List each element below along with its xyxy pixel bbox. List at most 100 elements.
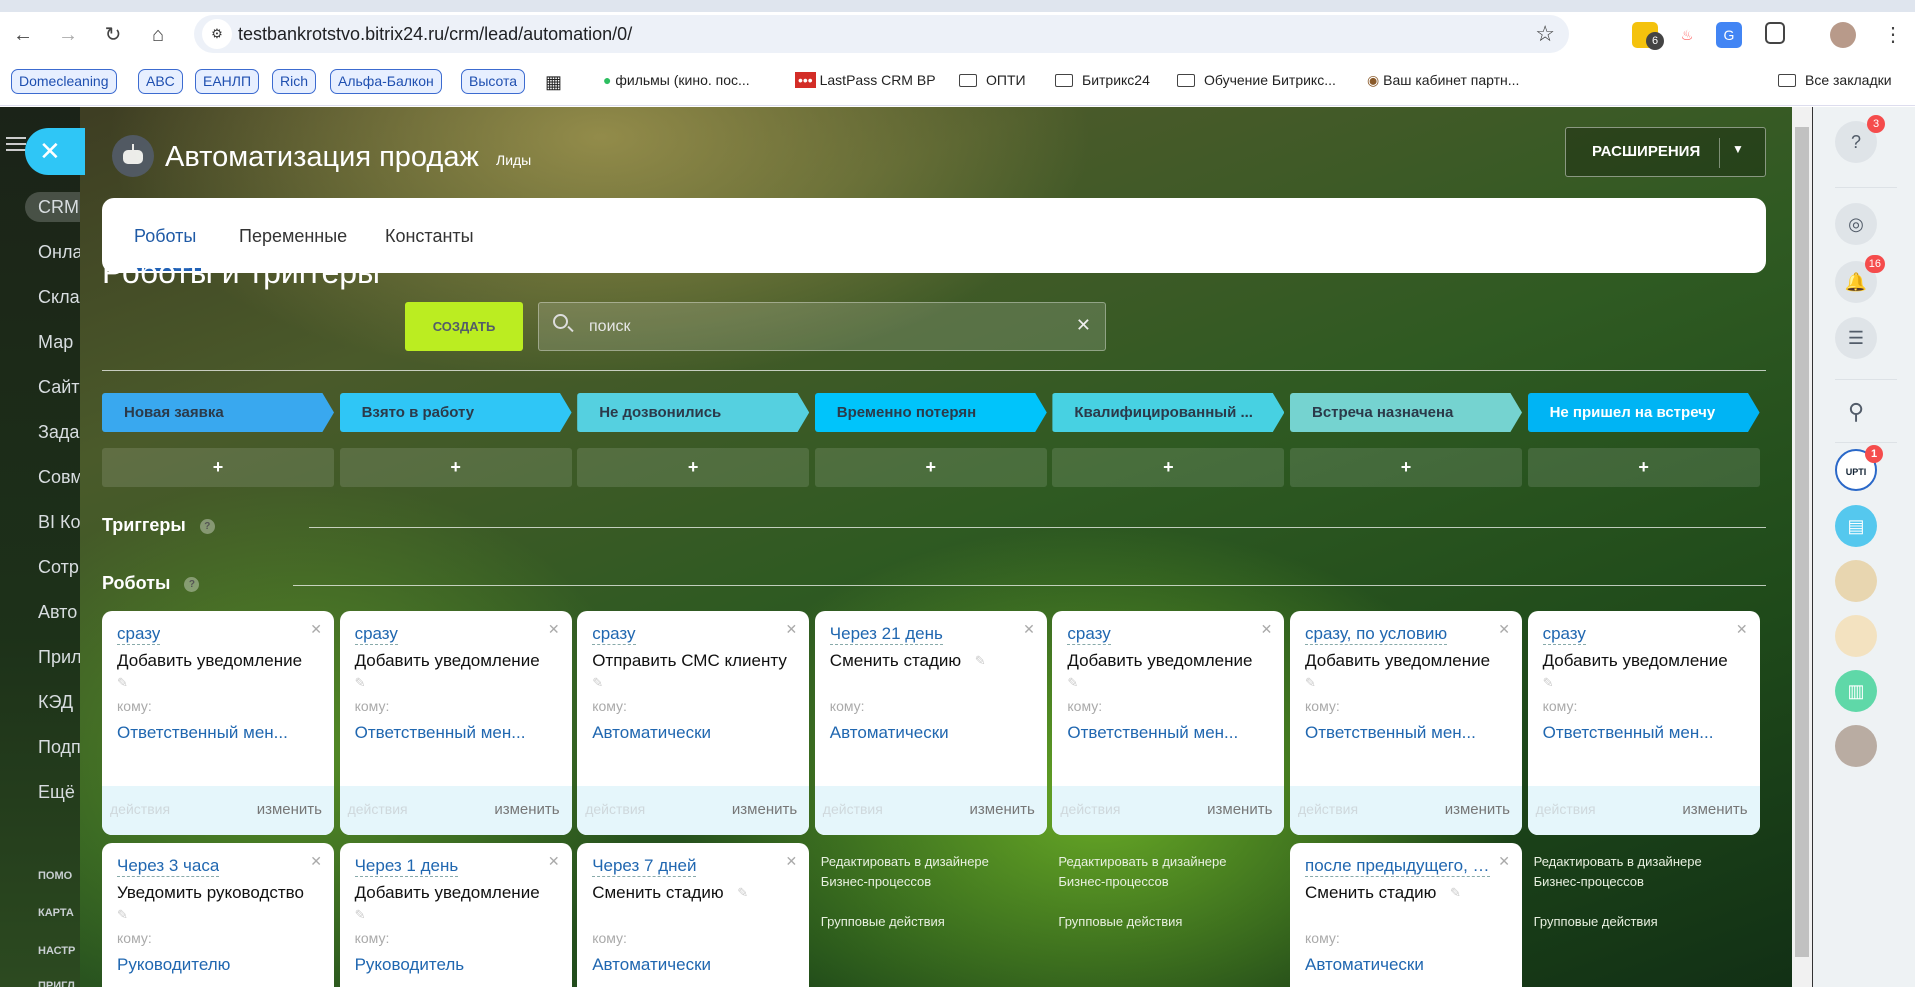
- news-icon[interactable]: ▥: [1835, 670, 1877, 712]
- pencil-icon[interactable]: ✎: [355, 907, 366, 923]
- robot-card[interactable]: Через 21 день ✕ Сменить стадию ✎ кому: Автома…: [814, 611, 1047, 835]
- nav-footer-link[interactable]: КАРТА: [38, 907, 74, 919]
- bell-icon[interactable]: 🔔 16: [1835, 255, 1885, 303]
- stage-header[interactable]: Временно потерян: [814, 393, 1047, 432]
- delete-icon[interactable]: ✕: [1498, 853, 1510, 870]
- actions-link[interactable]: действия: [1536, 801, 1596, 817]
- robot-card[interactable]: Через 3 часа ✕ Уведомить руководство ✎ кому:…: [102, 843, 334, 987]
- edit-link[interactable]: изменить: [732, 801, 797, 818]
- pencil-icon[interactable]: ✎: [117, 907, 128, 923]
- group-avatar[interactable]: [1835, 560, 1877, 602]
- delete-icon[interactable]: ✕: [310, 621, 322, 638]
- recipient-link[interactable]: Автоматически: [592, 723, 711, 743]
- robot-card[interactable]: сразу ✕ Добавить уведомление ✎ кому: Ответств…: [1052, 611, 1285, 835]
- edit-link[interactable]: изменить: [1445, 801, 1510, 818]
- pencil-icon[interactable]: ✎: [592, 675, 603, 691]
- nav-footer-link[interactable]: НАСТР: [38, 945, 75, 957]
- delete-icon[interactable]: ✕: [548, 853, 560, 870]
- add-trigger-button[interactable]: +: [1052, 448, 1285, 487]
- pencil-icon[interactable]: ✎: [737, 885, 748, 901]
- pencil-icon[interactable]: ✎: [355, 675, 366, 691]
- close-slider-button[interactable]: ✕: [25, 128, 85, 175]
- reload-icon[interactable]: ↻: [100, 22, 126, 48]
- edit-in-designer-link[interactable]: Редактировать в дизайнере: [1058, 852, 1226, 872]
- add-trigger-button[interactable]: +: [814, 448, 1047, 487]
- recipient-link[interactable]: Ответственный мен...: [1543, 723, 1714, 743]
- nav-item[interactable]: Сотр: [38, 557, 79, 578]
- actions-link[interactable]: действия: [585, 801, 645, 817]
- back-icon[interactable]: ←: [10, 22, 36, 48]
- delete-icon[interactable]: ✕: [548, 621, 560, 638]
- assistant-avatar[interactable]: [1835, 615, 1877, 657]
- tab-variables[interactable]: Переменные: [239, 226, 347, 247]
- recipient-link[interactable]: Ответственный мен...: [355, 723, 526, 743]
- robot-delay-link[interactable]: сразу: [1067, 624, 1111, 645]
- nav-item[interactable]: Зада: [38, 422, 79, 443]
- chat-icon[interactable]: ▤: [1835, 505, 1877, 547]
- add-trigger-button[interactable]: +: [102, 448, 334, 487]
- create-button[interactable]: СОЗДАТЬ: [405, 302, 523, 351]
- nav-item[interactable]: Авто: [38, 602, 77, 623]
- apps-grid-icon[interactable]: ▦: [545, 72, 562, 93]
- bookmark[interactable]: Rich: [272, 69, 317, 94]
- group-actions-link[interactable]: Групповые действия: [1058, 912, 1226, 932]
- robot-delay-link[interactable]: сразу: [117, 624, 161, 645]
- chevron-down-icon[interactable]: ▼: [1732, 142, 1744, 156]
- bookmark[interactable]: ● фильмы (кино. пос...: [603, 72, 750, 88]
- robot-card[interactable]: сразу ✕ Добавить уведомление ✎ кому: Ответств…: [102, 611, 334, 835]
- bookmark[interactable]: ABC: [138, 69, 183, 94]
- nav-item[interactable]: Сайт: [38, 377, 80, 398]
- robot-delay-link[interactable]: сразу: [1542, 624, 1586, 645]
- stage-header[interactable]: Встреча назначена: [1290, 393, 1522, 432]
- nav-item[interactable]: BI Ко: [38, 512, 80, 533]
- delete-icon[interactable]: ✕: [310, 853, 322, 870]
- edit-in-designer-link[interactable]: Редактировать в дизайнере: [821, 852, 989, 872]
- profile-avatar[interactable]: [1830, 22, 1856, 48]
- recipient-link[interactable]: Автоматически: [592, 955, 711, 975]
- extensions-puzzle-icon[interactable]: [1765, 22, 1785, 44]
- help-icon[interactable]: ?: [184, 577, 200, 592]
- edit-link[interactable]: изменить: [970, 801, 1035, 818]
- bookmark[interactable]: Высота: [461, 69, 526, 94]
- stage-header[interactable]: Новая заявка: [102, 393, 334, 432]
- robot-card[interactable]: сразу ✕ Добавить уведомление ✎ кому: Ответств…: [339, 611, 572, 835]
- chat-list-icon[interactable]: ☰: [1835, 317, 1877, 359]
- scrollbar-thumb[interactable]: [1795, 127, 1809, 957]
- translate-icon[interactable]: G: [1716, 22, 1742, 48]
- bookmark[interactable]: Альфа-Балкон: [330, 69, 442, 94]
- recipient-link[interactable]: Руководителю: [117, 955, 230, 975]
- nav-item[interactable]: Мар: [38, 332, 73, 353]
- bookmark-folder[interactable]: Обучение Битрикс...: [1177, 72, 1336, 88]
- robot-delay-link[interactable]: Через 7 дней: [592, 856, 697, 877]
- pencil-icon[interactable]: ✎: [1305, 675, 1316, 691]
- robot-card[interactable]: Через 7 дней ✕ Сменить стадию ✎ кому: Автомат…: [577, 843, 810, 987]
- nav-footer-link[interactable]: ПОМО: [38, 870, 72, 882]
- delete-icon[interactable]: ✕: [1023, 621, 1035, 638]
- add-trigger-button[interactable]: +: [339, 448, 572, 487]
- robot-card[interactable]: после предыдущего, п... ✕ Сменить стадию ✎ к…: [1290, 843, 1522, 987]
- actions-link[interactable]: действия: [110, 801, 170, 817]
- nav-item[interactable]: Прил: [38, 647, 80, 668]
- search-icon[interactable]: ⚲: [1835, 391, 1877, 433]
- robot-card[interactable]: сразу ✕ Добавить уведомление ✎ кому: Ответств…: [1527, 611, 1760, 835]
- stage-header[interactable]: Не пришел на встречу: [1527, 393, 1760, 432]
- bookmark-star-icon[interactable]: ☆: [1535, 21, 1555, 47]
- robot-card[interactable]: сразу ✕ Отправить СМС клиенту ✎ кому: Автомат…: [577, 611, 810, 835]
- recipient-link[interactable]: Ответственный мен...: [1305, 723, 1476, 743]
- tab-robots[interactable]: Роботы: [134, 226, 196, 247]
- robot-delay-link[interactable]: сразу, по условию: [1305, 624, 1448, 645]
- group-actions-link[interactable]: Групповые действия: [1534, 912, 1702, 932]
- clear-icon[interactable]: ✕: [1076, 315, 1091, 336]
- site-settings-icon[interactable]: ⚙: [202, 19, 232, 49]
- extension-fire-icon[interactable]: ♨: [1674, 22, 1700, 48]
- robot-delay-link[interactable]: сразу: [592, 624, 636, 645]
- recipient-link[interactable]: Автоматически: [1305, 955, 1424, 975]
- page-scrollbar[interactable]: [1792, 107, 1812, 987]
- recipient-link[interactable]: Руководитель: [355, 955, 465, 975]
- edit-in-designer-link[interactable]: Редактировать в дизайнере: [1534, 852, 1702, 872]
- actions-link[interactable]: действия: [1060, 801, 1120, 817]
- delete-icon[interactable]: ✕: [1736, 621, 1748, 638]
- edit-link[interactable]: изменить: [257, 801, 322, 818]
- all-bookmarks[interactable]: Все закладки: [1778, 72, 1892, 88]
- recipient-link[interactable]: Автоматически: [830, 723, 949, 743]
